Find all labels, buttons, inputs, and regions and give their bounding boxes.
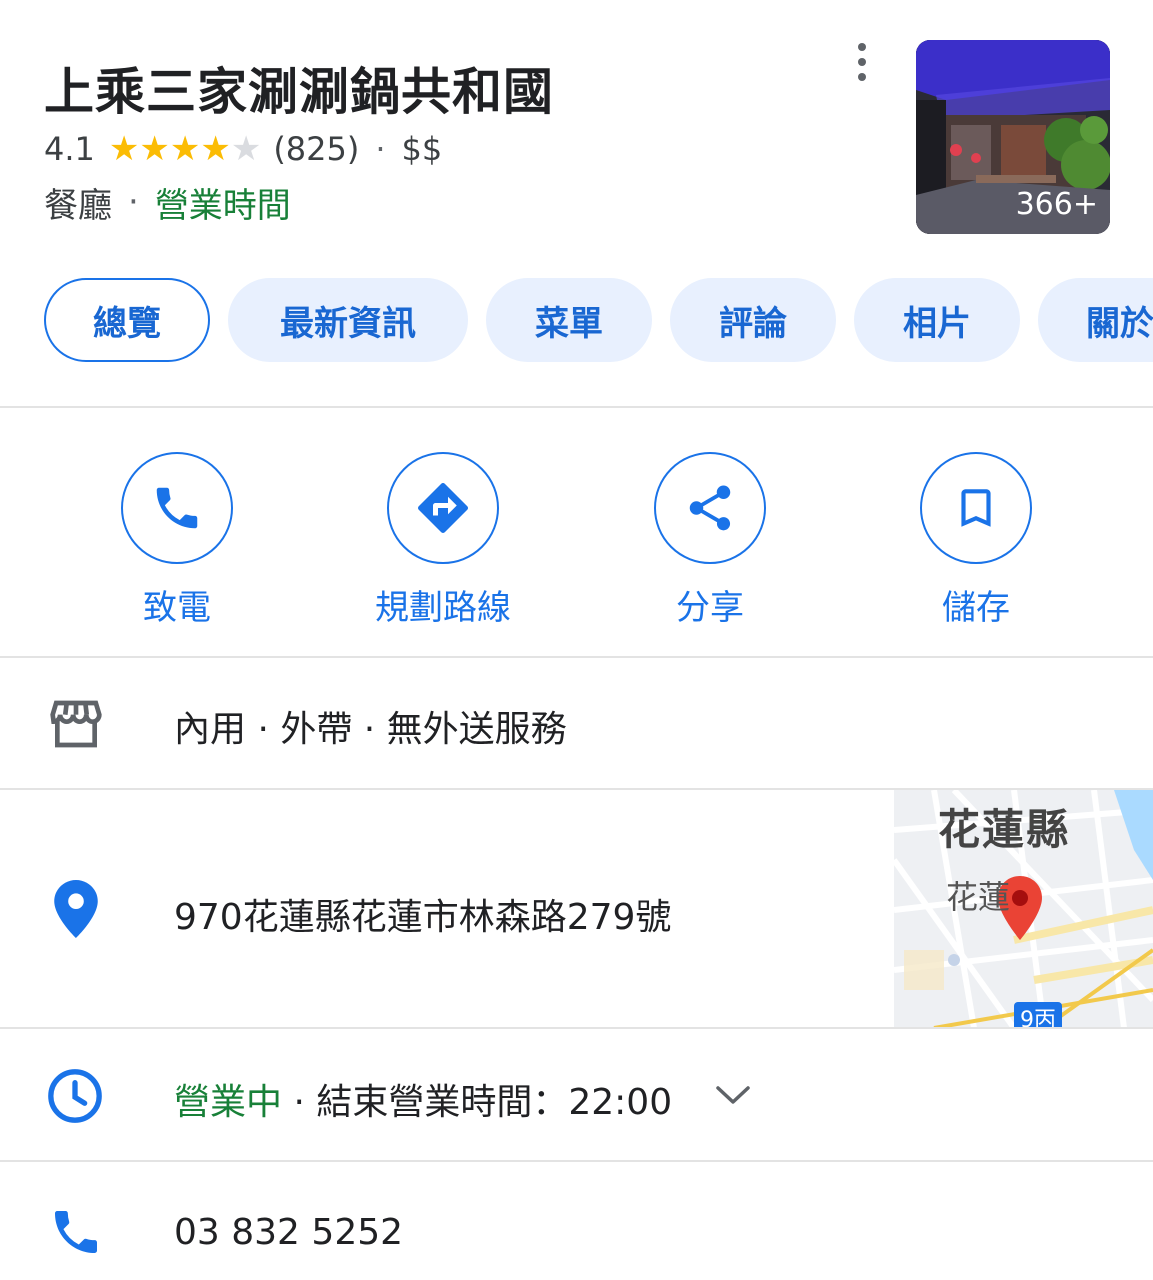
rating-stars: ★ ★ ★ ★ ★ [109,132,261,166]
call-label: 致電 [143,588,211,628]
star-icon: ★ [108,129,140,169]
star-icon: ★ [200,129,231,169]
share-button[interactable]: 分享 [610,452,810,629]
directions-button[interactable]: 規劃路線 [343,452,543,629]
star-icon: ★ [169,129,201,169]
service-options-row[interactable]: 內用 · 外帶 · 無外送服務 [0,658,1153,788]
price-level: $$ [401,130,443,168]
rating-value: 4.1 [44,130,95,168]
save-button[interactable]: 儲存 [876,452,1076,629]
map-road-label: 9丙 [1014,1002,1062,1028]
category-row: 餐廳 · 營業時間 [44,178,291,226]
map-city-label: 花蓮 [946,878,1011,916]
share-button-circle[interactable] [654,452,766,564]
photo-count: 366+ [1015,187,1098,222]
closing-time: · 結束營業時間：22:00 [282,1082,673,1123]
hours-link[interactable]: 營業時間 [155,178,291,227]
share-icon [689,485,731,531]
service-options-text: 內用 · 外帶 · 無外送服務 [174,709,567,750]
place-photo[interactable]: 366+ [916,40,1110,234]
clock-icon [48,1069,102,1123]
star-icon: ★ [139,129,170,169]
category-label: 餐廳 [44,185,112,226]
share-label: 分享 [676,588,744,628]
more-options-icon[interactable] [846,40,878,84]
place-header: 上乘三家涮涮鍋共和國 4.1 ★ ★ ★ ★ ★ (825) · $$ 餐廳 ·… [0,0,1153,260]
directions-label: 規劃路線 [375,588,511,628]
chevron-down-icon[interactable] [714,1083,752,1107]
storefront-icon [50,700,102,748]
call-button-circle[interactable] [121,452,233,564]
separator-dot: · [375,130,386,168]
save-button-circle[interactable] [920,452,1032,564]
place-title: 上乘三家涮涮鍋共和國 [44,63,554,121]
phone-row[interactable]: 03 832 5252 [0,1162,1153,1280]
directions-icon [418,482,469,533]
tab-updates[interactable]: 最新資訊 [228,278,468,362]
hours-text: 營業中 · 結束營業時間：22:00 [174,1073,672,1125]
open-status: 營業中 [174,1082,283,1123]
bookmark-icon [961,489,991,527]
tab-about[interactable]: 關於 [1038,278,1153,362]
phone-number: 03 832 5252 [174,1212,404,1253]
rating-row[interactable]: 4.1 ★ ★ ★ ★ ★ (825) · $$ [44,126,442,172]
tab-bar: 總覽 最新資訊 菜單 評論 相片 關於 [44,278,1153,362]
review-count[interactable]: (825) [273,130,359,168]
map-thumbnail[interactable]: 花蓮縣 花蓮 9丙 [894,790,1153,1028]
separator-dot: · [128,182,139,222]
location-pin-icon [54,880,98,938]
divider [0,406,1153,408]
tab-menu[interactable]: 菜單 [486,278,652,362]
call-button[interactable]: 致電 [77,452,277,629]
tab-overview[interactable]: 總覽 [44,278,210,362]
map-county-label: 花蓮縣 [938,805,1071,854]
hours-row[interactable]: 營業中 · 結束營業時間：22:00 [0,1029,1153,1159]
tab-reviews[interactable]: 評論 [670,278,836,362]
save-label: 儲存 [942,588,1010,628]
address-text: 970花蓮縣花蓮市林森路279號 [174,897,672,938]
star-empty-icon: ★ [230,129,262,169]
tab-photos[interactable]: 相片 [854,278,1020,362]
phone-icon [156,487,198,529]
phone-icon [55,1211,97,1253]
directions-button-circle[interactable] [387,452,499,564]
